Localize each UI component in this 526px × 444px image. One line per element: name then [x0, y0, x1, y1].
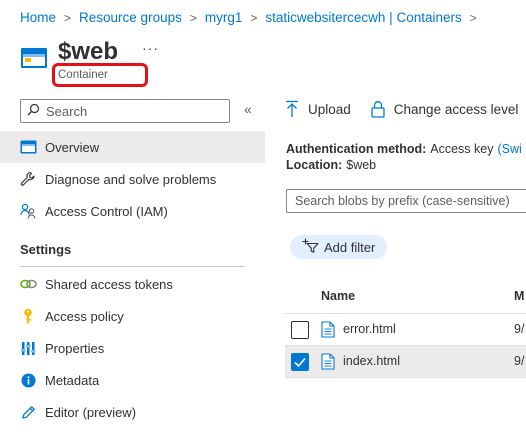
page-header: $web ··· Container [20, 38, 260, 88]
sidebar-item-diagnose[interactable]: Diagnose and solve problems [0, 163, 265, 195]
switch-auth-link[interactable]: (Swi [497, 142, 521, 156]
link-icon [19, 275, 37, 293]
blob-modified: 9/ [514, 322, 525, 336]
location-row: Location: $web [286, 157, 522, 173]
location-value: $web [346, 158, 377, 172]
people-icon [19, 202, 37, 220]
sidebar-item-label: Access policy [45, 308, 124, 324]
row-divider [285, 377, 526, 378]
filter-icon [302, 238, 319, 256]
highlight-annotation [52, 63, 148, 87]
container-icon [20, 46, 48, 70]
breadcrumb-myrg1[interactable]: myrg1 [205, 10, 243, 25]
change-access-level-button[interactable]: Change access level [371, 100, 519, 118]
wrench-icon [19, 170, 37, 188]
blob-modified: 9/ [514, 354, 525, 368]
sidebar-search-input[interactable]: Search [20, 99, 230, 123]
breadcrumb: Home > Resource groups > myrg1 > staticw… [20, 10, 485, 25]
properties-icon [19, 339, 37, 357]
upload-button[interactable]: Upload [285, 100, 351, 118]
sidebar-item-overview[interactable]: Overview [0, 131, 265, 163]
chevron-right-icon: > [250, 10, 258, 25]
chevron-right-icon: > [189, 10, 197, 25]
search-icon [27, 103, 40, 119]
column-header-name[interactable]: Name [321, 289, 355, 303]
location-label: Location: [286, 158, 343, 172]
page-title: $web [58, 38, 119, 65]
breadcrumb-home[interactable]: Home [20, 10, 56, 25]
container-info: Authentication method: Access key (Swi Loc… [286, 141, 522, 173]
sidebar-item-label: Access Control (IAM) [45, 203, 168, 219]
change-access-level-label: Change access level [393, 101, 519, 117]
sidebar-item-label: Shared access tokens [45, 276, 173, 292]
file-icon [321, 321, 335, 341]
command-bar: Upload Change access level [285, 100, 526, 118]
file-icon [321, 353, 335, 373]
column-header-modified[interactable]: M [514, 289, 524, 303]
sidebar-item-label: Editor (preview) [45, 404, 137, 420]
sidebar-item-access-policy[interactable]: Access policy [0, 300, 265, 332]
key-icon [19, 307, 37, 325]
sidebar-item-shared-access-tokens[interactable]: Shared access tokens [0, 268, 265, 300]
breadcrumb-resource-groups[interactable]: Resource groups [79, 10, 182, 25]
auth-method-row: Authentication method: Access key (Swi [286, 141, 522, 157]
sidebar-item-properties[interactable]: Properties [0, 332, 265, 364]
settings-section-title: Settings [20, 242, 72, 257]
row-checkbox[interactable] [291, 353, 309, 371]
sidebar-item-editor[interactable]: Editor (preview) [0, 396, 265, 428]
breadcrumb-storage-containers[interactable]: staticwebsitercecwh | Containers [265, 10, 461, 25]
sidebar-item-label: Overview [45, 139, 100, 155]
table-row[interactable]: error.html 9/ [285, 314, 526, 346]
search-placeholder: Search [46, 103, 88, 119]
sidebar-item-label: Metadata [45, 372, 100, 388]
table-row[interactable]: index.html 9/ [285, 346, 526, 378]
collapse-sidebar-icon[interactable]: « [244, 101, 252, 117]
upload-icon [285, 100, 299, 118]
add-filter-label: Add filter [324, 239, 376, 255]
sidebar-item-label: Diagnose and solve problems [45, 171, 217, 187]
row-checkbox[interactable] [291, 321, 309, 339]
info-icon [19, 371, 37, 389]
pencil-icon [19, 403, 37, 421]
blob-search-placeholder: Search blobs by prefix (case-sensitive) [295, 194, 510, 208]
auth-method-label: Authentication method: [286, 142, 427, 156]
blob-name[interactable]: index.html [343, 354, 400, 368]
section-divider [20, 266, 245, 267]
upload-label: Upload [308, 101, 351, 117]
chevron-right-icon: > [64, 10, 72, 25]
blob-search-input[interactable]: Search blobs by prefix (case-sensitive) [286, 189, 526, 213]
sidebar-item-label: Properties [45, 340, 105, 356]
container-icon [19, 138, 37, 156]
more-options-icon[interactable]: ··· [142, 40, 159, 56]
checkmark-icon [294, 357, 306, 368]
sidebar-item-access-control[interactable]: Access Control (IAM) [0, 195, 265, 227]
chevron-right-icon: > [469, 10, 477, 25]
blob-name[interactable]: error.html [343, 322, 396, 336]
lock-icon [371, 100, 385, 118]
sidebar-item-metadata[interactable]: Metadata [0, 364, 265, 396]
auth-method-value: Access key [430, 142, 494, 156]
add-filter-button[interactable]: Add filter [290, 235, 388, 259]
